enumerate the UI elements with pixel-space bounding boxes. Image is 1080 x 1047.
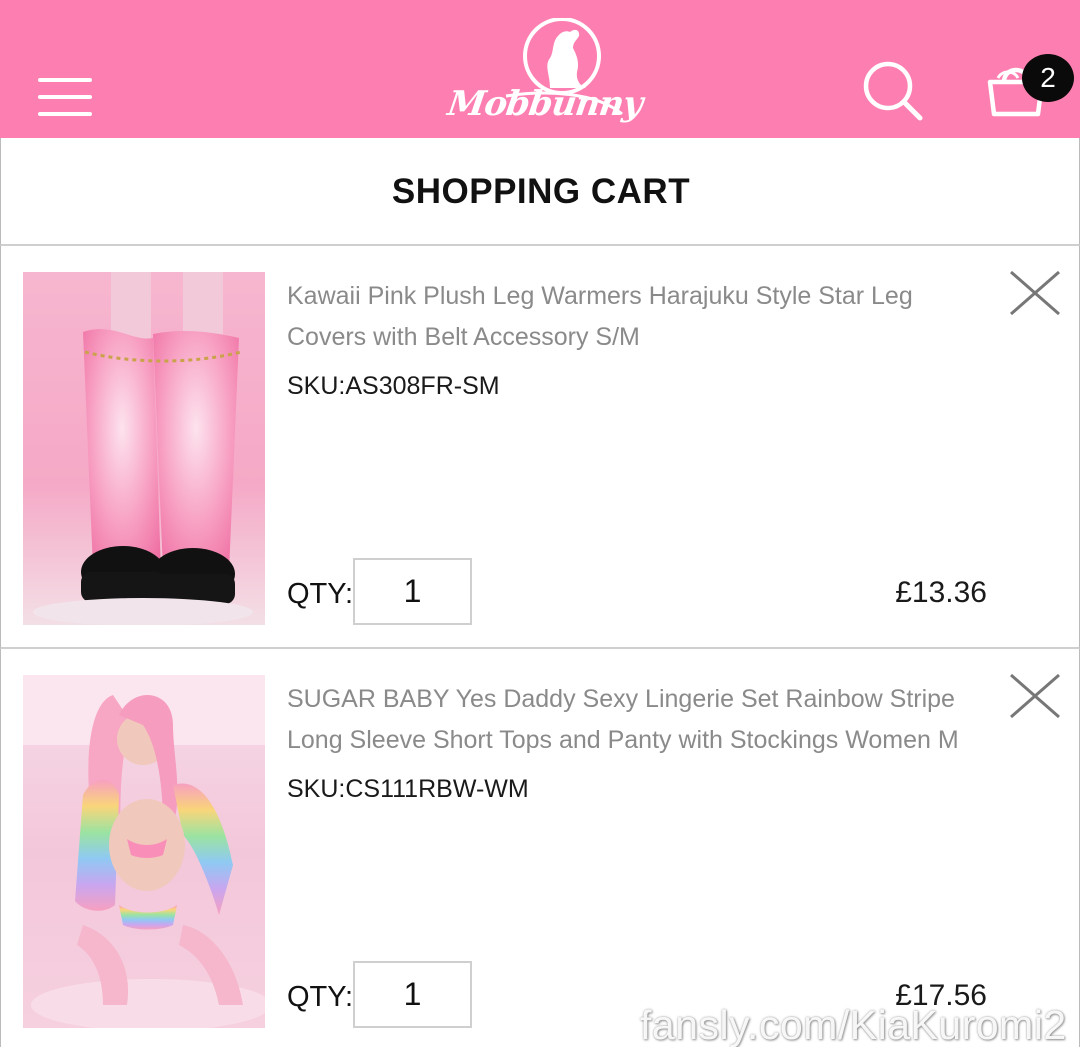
product-name[interactable]: SUGAR BABY Yes Daddy Sexy Lingerie Set R… [287, 679, 997, 761]
brand-logo[interactable]: Mobbunny [445, 18, 645, 130]
cart-count-badge[interactable]: 2 [1022, 54, 1074, 102]
item-price: £13.36 [895, 576, 987, 609]
sku-value: CS111RBW-WM [345, 775, 529, 803]
cart-item: SUGAR BABY Yes Daddy Sexy Lingerie Set R… [0, 649, 1080, 1047]
cart-item: Kawaii Pink Plush Leg Warmers Harajuku S… [0, 246, 1080, 649]
qty-label: QTY: [287, 578, 354, 610]
brand-wordmark: Mobbunny [445, 84, 645, 124]
remove-item-close-icon[interactable] [1007, 673, 1063, 719]
search-icon[interactable] [862, 60, 924, 122]
remove-item-close-icon[interactable] [1007, 270, 1063, 316]
page-title: SHOPPING CART [391, 172, 691, 211]
qty-label: QTY: [287, 981, 354, 1013]
quantity-input[interactable] [353, 961, 472, 1028]
product-image-leg-warmers[interactable] [23, 272, 265, 625]
product-image-lingerie-set[interactable] [23, 675, 265, 1028]
sku-value: AS308FR-SM [345, 372, 500, 400]
sku-label: SKU: [287, 372, 346, 400]
product-sku: SKU:AS308FR-SM [287, 372, 500, 401]
sku-label: SKU: [287, 775, 346, 803]
product-name[interactable]: Kawaii Pink Plush Leg Warmers Harajuku S… [287, 276, 997, 358]
cart-title-section: SHOPPING CART [0, 138, 1080, 246]
watermark-text: fansly.com/KiaKuromi2 [640, 1002, 1067, 1047]
quantity-input[interactable] [353, 558, 472, 625]
top-navigation-bar: Mobbunny 2 [0, 0, 1080, 138]
product-sku: SKU:CS111RBW-WM [287, 775, 529, 804]
hamburger-menu-icon[interactable] [36, 78, 94, 118]
